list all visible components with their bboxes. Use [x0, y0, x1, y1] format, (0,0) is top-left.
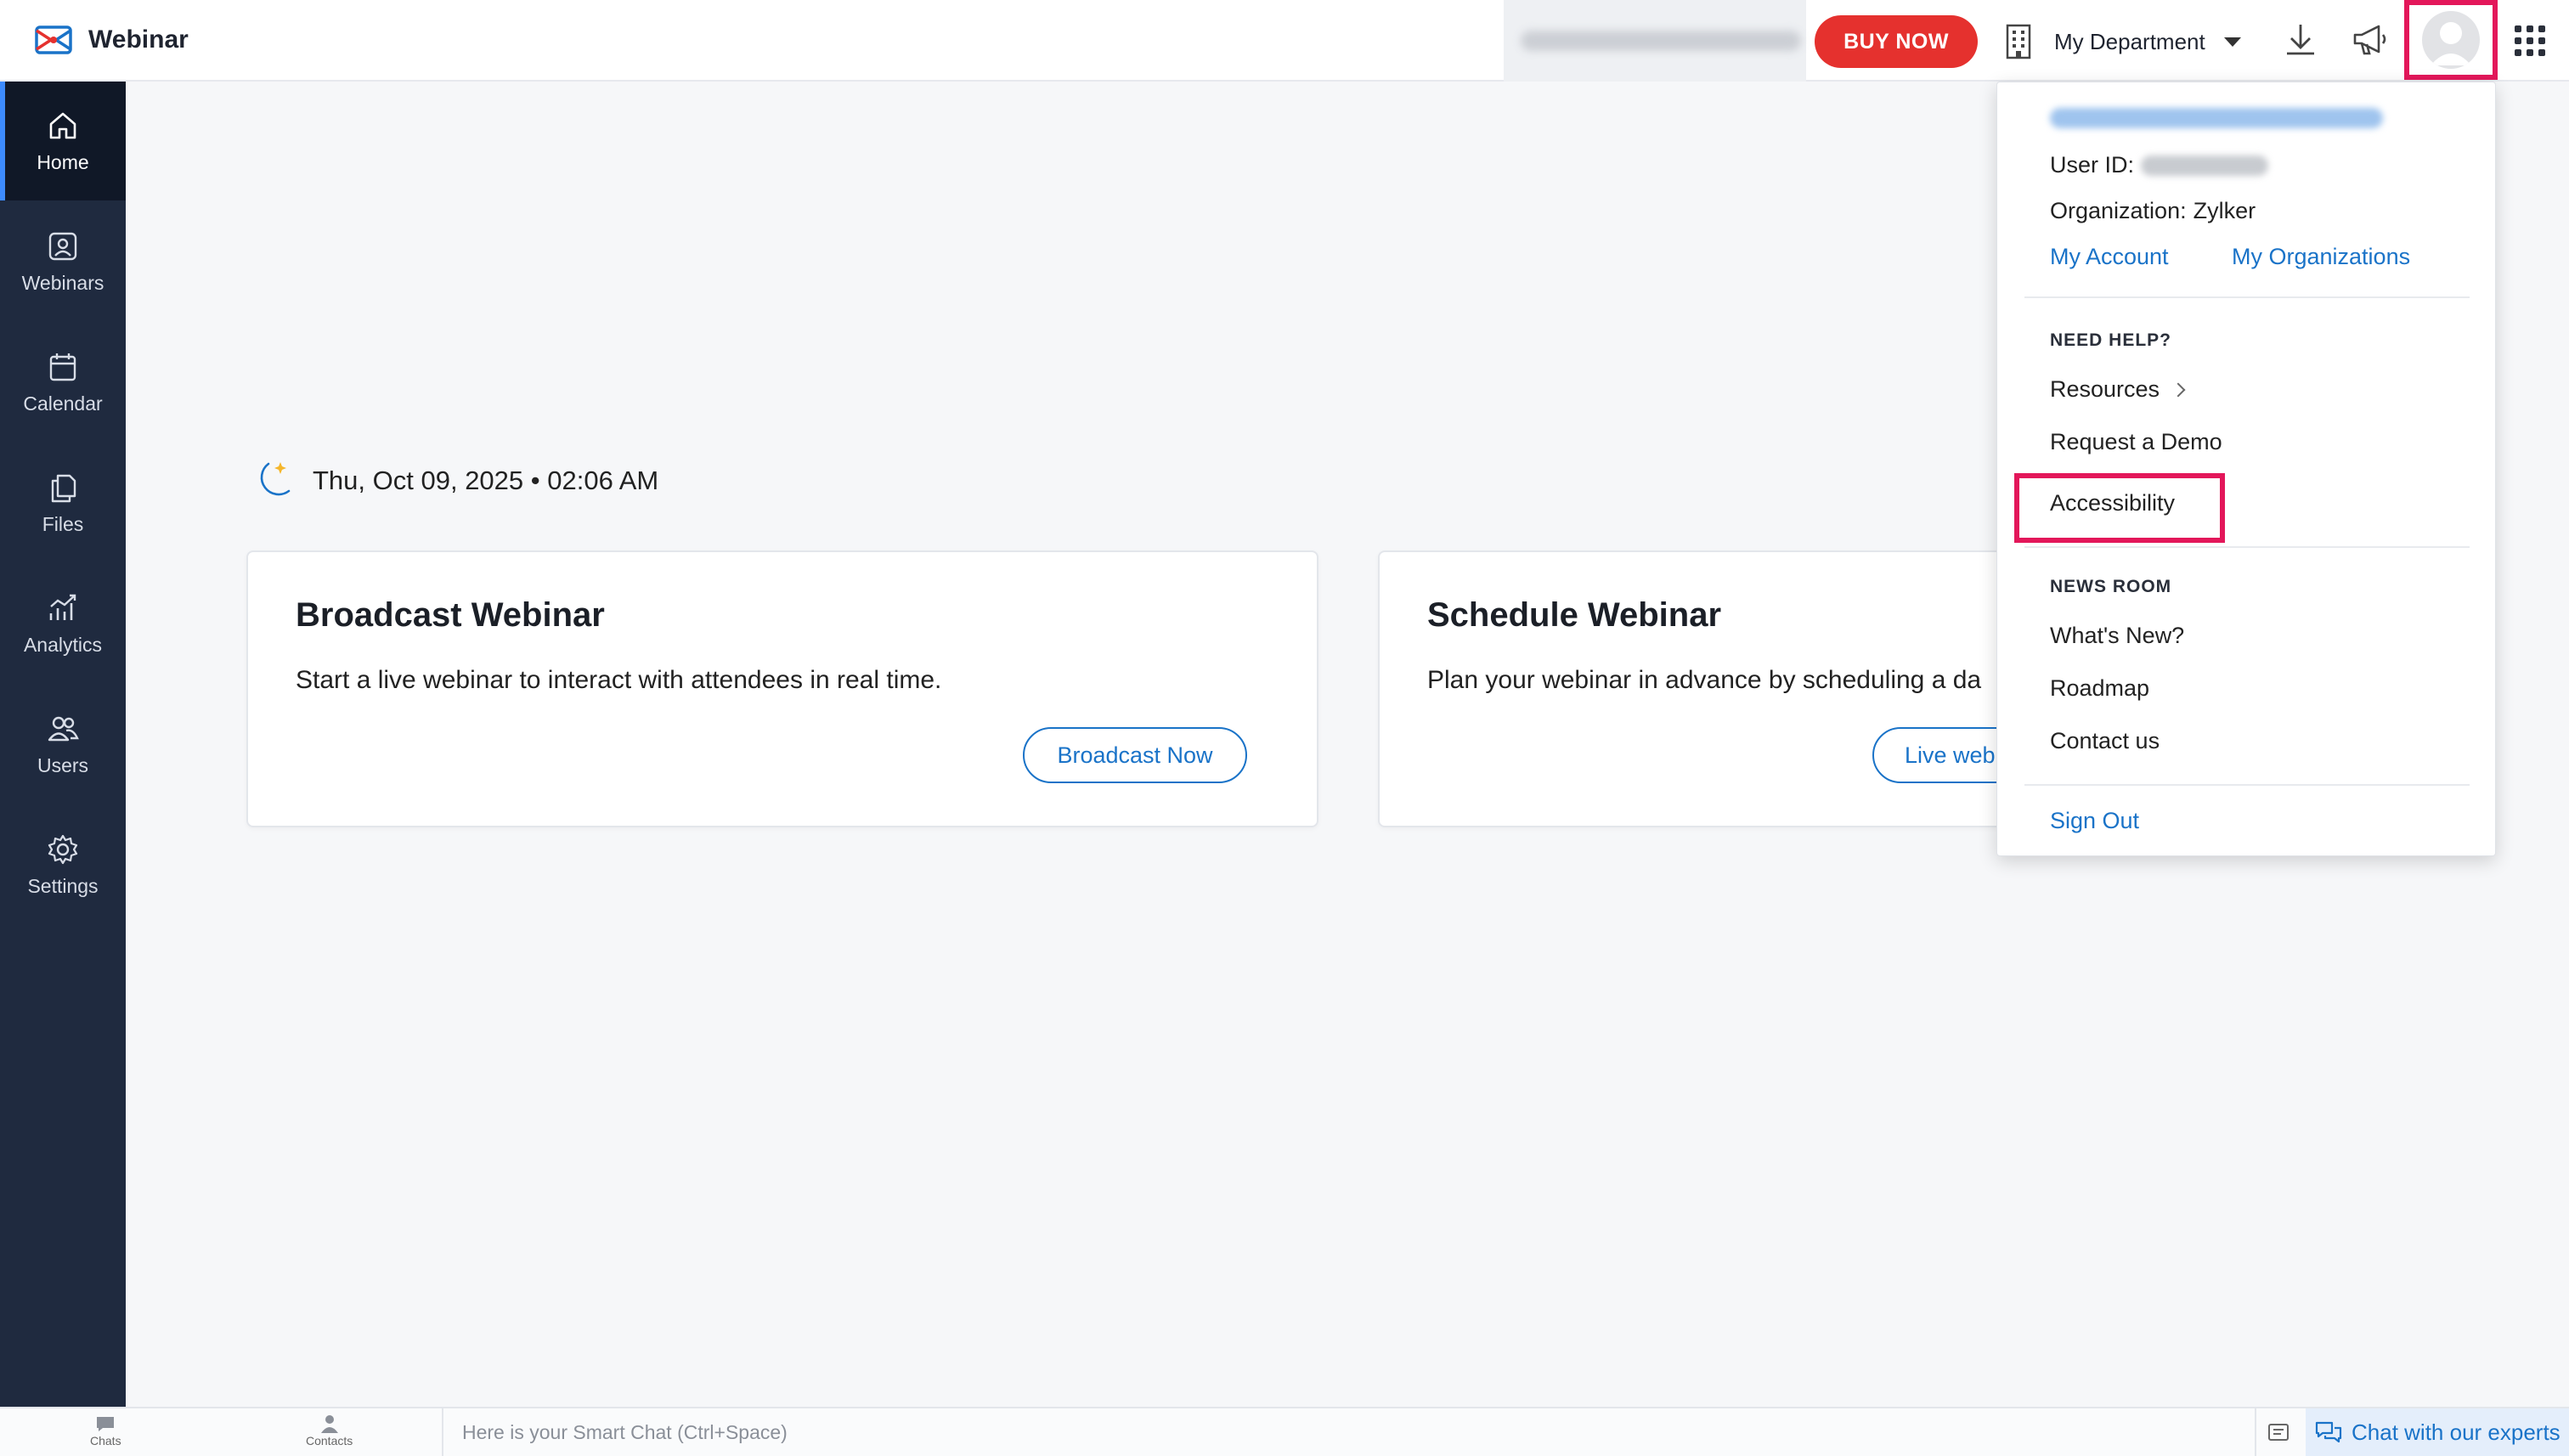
roadmap-menu-item[interactable]: Roadmap [2050, 675, 2149, 702]
broadcast-webinar-card: Broadcast Webinar Start a live webinar t… [246, 550, 1318, 827]
building-icon [2006, 24, 2031, 59]
chats-button[interactable]: Chats [90, 1414, 121, 1448]
current-datetime: Thu, Oct 09, 2025 • 02:06 AM [313, 466, 659, 495]
sidebar-item-label: Home [37, 150, 89, 173]
chevron-right-icon [2171, 382, 2186, 397]
chats-label: Chats [90, 1434, 121, 1448]
broadcast-now-button[interactable]: Broadcast Now [1023, 727, 1247, 783]
app-name: Webinar [88, 25, 189, 54]
trial-info-redacted [1521, 31, 1801, 51]
notes-icon[interactable] [2260, 1414, 2297, 1451]
caret-down-icon [2223, 37, 2241, 47]
divider [2024, 296, 2470, 298]
user-id-row: User ID: [2050, 152, 2269, 178]
webinar-logo-icon [35, 25, 72, 54]
organization-row: Organization: Zylker [2050, 198, 2256, 224]
card-description: Plan your webinar in advance by scheduli… [1427, 666, 1982, 694]
sidebar-item-calendar[interactable]: Calendar [0, 323, 126, 442]
sidebar-item-label: Users [37, 753, 89, 776]
sidebar-item-label: Settings [27, 874, 99, 897]
user-id-label: User ID: [2050, 152, 2135, 178]
megaphone-icon[interactable] [2350, 19, 2391, 61]
chat-bubbles-icon [2315, 1421, 2342, 1443]
sign-out-link[interactable]: Sign Out [2050, 808, 2139, 834]
resources-label: Resources [2050, 376, 2160, 402]
sidebar-item-label: Webinars [21, 271, 104, 294]
my-account-link[interactable]: My Account [2050, 244, 2169, 270]
apps-grid-icon[interactable] [2515, 25, 2545, 56]
request-demo-menu-item[interactable]: Request a Demo [2050, 429, 2222, 455]
user-email-redacted [2050, 108, 2383, 128]
home-icon [49, 112, 76, 138]
my-organizations-link[interactable]: My Organizations [2232, 244, 2410, 270]
news-room-heading: NEWS ROOM [2050, 577, 2172, 596]
department-label: My Department [2054, 28, 2205, 54]
sidebar-item-label: Calendar [23, 392, 103, 415]
contacts-label: Contacts [306, 1434, 353, 1448]
app-brand[interactable]: Webinar [34, 22, 189, 58]
top-bar: Webinar BUY NOW My Department [0, 0, 2569, 82]
analytics-icon [49, 594, 76, 620]
calendar-icon [49, 353, 76, 381]
contact-person-icon [320, 1415, 338, 1433]
resources-menu-item[interactable]: Resources [2050, 376, 2186, 403]
card-title: Broadcast Webinar [296, 596, 605, 634]
contact-us-menu-item[interactable]: Contact us [2050, 728, 2160, 754]
accessibility-menu-item[interactable]: Accessibility [2050, 490, 2175, 516]
gear-icon [48, 834, 78, 864]
sidebar-item-label: Files [42, 512, 84, 535]
sidebar-item-home[interactable]: Home [0, 82, 126, 200]
smart-chat-input[interactable]: Here is your Smart Chat (Ctrl+Space) [442, 1408, 2256, 1456]
sidebar-item-analytics[interactable]: Analytics [0, 564, 126, 683]
sidebar-item-users[interactable]: Users [0, 685, 126, 804]
webinar-icon [48, 232, 77, 260]
buy-now-button[interactable]: BUY NOW [1815, 15, 1978, 68]
contacts-button[interactable]: Contacts [306, 1414, 353, 1448]
files-icon [51, 474, 76, 502]
sidebar: Home Webinars Calendar Files Analytics U… [0, 82, 126, 1408]
organization-label: Organization: [2050, 198, 2187, 223]
download-icon[interactable] [2280, 19, 2321, 61]
bottom-bar: Chats Contacts Here is your Smart Chat (… [0, 1407, 2569, 1456]
sidebar-item-settings[interactable]: Settings [0, 805, 126, 924]
schedule-webinar-card: Schedule Webinar Plan your webinar in ad… [1378, 550, 2092, 827]
chat-bubble-icon [97, 1417, 115, 1431]
card-description: Start a live webinar to interact with at… [296, 666, 942, 694]
sidebar-item-files[interactable]: Files [0, 443, 126, 562]
profile-menu: User ID: Organization: Zylker My Account… [1996, 82, 2496, 856]
user-id-redacted [2141, 155, 2269, 176]
whats-new-menu-item[interactable]: What's New? [2050, 623, 2184, 649]
profile-avatar-button[interactable] [2404, 0, 2498, 80]
sidebar-item-webinars[interactable]: Webinars [0, 202, 126, 321]
divider [2024, 784, 2470, 786]
greeting: Thu, Oct 09, 2025 • 02:06 AM [248, 457, 658, 505]
department-selector[interactable]: My Department [2003, 17, 2241, 66]
need-help-heading: NEED HELP? [2050, 330, 2172, 350]
users-icon [48, 716, 79, 741]
divider [2024, 546, 2470, 548]
avatar [2422, 11, 2480, 69]
moon-icon [260, 462, 291, 496]
organization-value: Zylker [2193, 198, 2256, 223]
chat-with-experts-button[interactable]: Chat with our experts [2306, 1408, 2569, 1456]
chat-with-experts-label: Chat with our experts [2352, 1419, 2561, 1445]
card-title: Schedule Webinar [1427, 596, 1722, 634]
sidebar-item-label: Analytics [23, 633, 103, 656]
